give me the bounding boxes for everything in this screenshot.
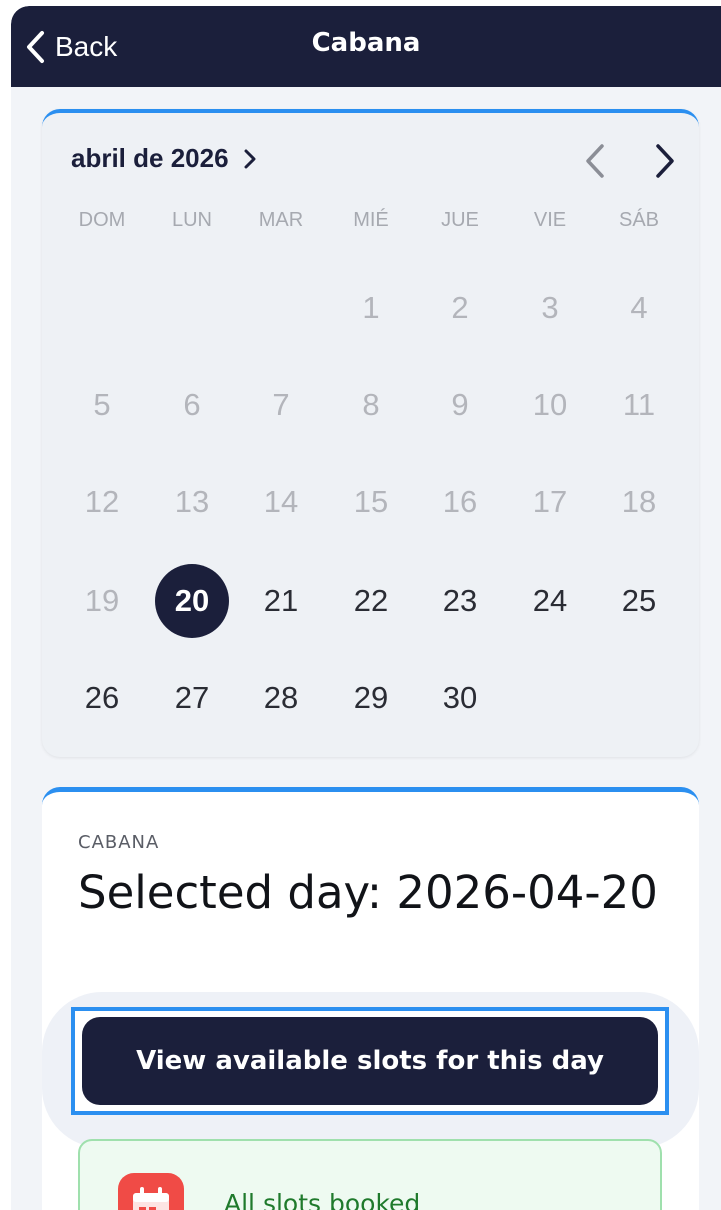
- day-cell: 10: [532, 387, 568, 422]
- day-cell: 5: [93, 387, 111, 422]
- weekday-label: LUN: [171, 209, 212, 231]
- next-month-button[interactable]: [650, 141, 680, 181]
- day-cell: 12: [84, 484, 120, 519]
- selected-day-card: CABANA Selected day: 2026-04-20 View ava…: [42, 787, 699, 1210]
- day-cell: 8: [362, 387, 380, 422]
- chevron-right-icon: [656, 144, 674, 178]
- day-cell[interactable]: 22: [334, 564, 408, 638]
- day-cell[interactable]: 30: [423, 661, 497, 735]
- day-cell: 4: [630, 290, 648, 325]
- day-cell: 17: [532, 484, 568, 519]
- day-cell: 14: [263, 484, 299, 519]
- day-cell: 11: [622, 387, 656, 422]
- weekday-label: SÁB: [618, 209, 660, 231]
- day-cell[interactable]: 21: [244, 564, 318, 638]
- month-picker-button[interactable]: abril de 2026: [71, 143, 257, 174]
- day-cell: 2: [451, 290, 469, 325]
- weekday-label: MAR: [258, 209, 304, 231]
- weekday-label: DOM: [78, 209, 126, 231]
- previous-month-button[interactable]: [580, 141, 610, 181]
- chevron-left-icon: [586, 144, 604, 178]
- day-cell: 3: [541, 290, 559, 325]
- day-cell[interactable]: 28: [244, 661, 318, 735]
- section-eyebrow: CABANA: [78, 832, 160, 853]
- selected-day-title: Selected day: 2026-04-20: [78, 866, 658, 919]
- day-cell: 16: [442, 484, 478, 519]
- top-nav-bar: Back Cabana: [11, 6, 721, 87]
- day-cell: 19: [84, 583, 120, 618]
- day-cell[interactable]: 23: [423, 564, 497, 638]
- day-cell[interactable]: 27: [155, 661, 229, 735]
- calendar-icon: [118, 1173, 184, 1210]
- chevron-right-icon: [244, 149, 256, 168]
- day-cell[interactable]: 26: [65, 661, 139, 735]
- day-cell-selected[interactable]: 20: [155, 564, 229, 638]
- weekday-label: VIE: [533, 209, 567, 231]
- month-label: abril de 2026: [71, 143, 229, 173]
- day-cell: 13: [174, 484, 210, 519]
- app-screen: Back Cabana abril de 2026 DOM LUN MAR MIÉ JU…: [11, 6, 721, 1210]
- calendar-card: abril de 2026 DOM LUN MAR MIÉ JUE VIE SÁB 1234…: [42, 109, 699, 757]
- status-banner: All slots booked: [78, 1139, 662, 1210]
- day-cell[interactable]: 24: [513, 564, 587, 638]
- view-slots-button[interactable]: View available slots for this day: [82, 1017, 658, 1105]
- weekday-header-row: DOM LUN MAR MIÉ JUE VIE SÁB: [42, 209, 699, 239]
- day-cell: 18: [621, 484, 657, 519]
- day-cell: 7: [272, 387, 290, 422]
- day-cell[interactable]: 25: [602, 564, 676, 638]
- day-cell[interactable]: 29: [334, 661, 408, 735]
- page-title: Cabana: [311, 28, 421, 58]
- day-cell: 6: [183, 387, 201, 422]
- day-cell: 15: [353, 484, 389, 519]
- day-cell: 1: [362, 290, 380, 325]
- day-cell: 9: [451, 387, 469, 422]
- weekday-label: MIÉ: [353, 209, 389, 231]
- weekday-label: JUE: [441, 209, 479, 231]
- status-text: All slots booked: [224, 1189, 421, 1210]
